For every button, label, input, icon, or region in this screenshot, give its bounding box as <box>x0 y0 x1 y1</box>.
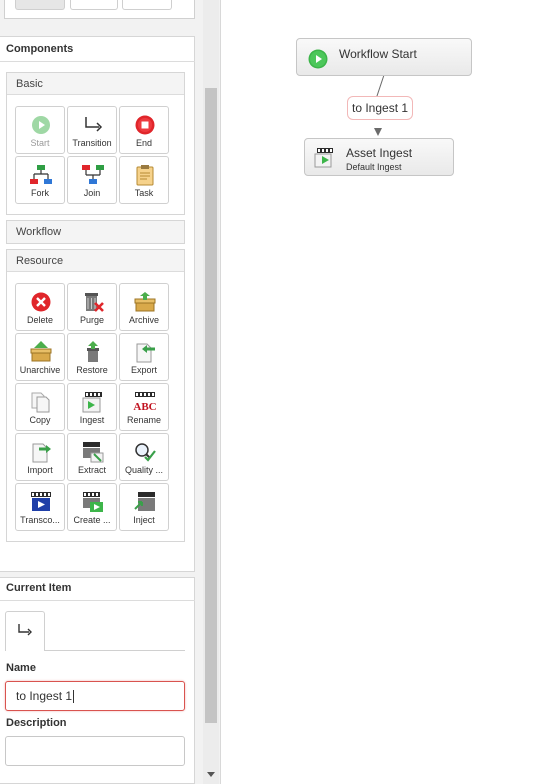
restore-icon <box>87 341 99 362</box>
create-icon <box>83 492 103 512</box>
asset-ingest-node[interactable]: Asset Ingest Default Ingest <box>304 138 454 176</box>
resource-section-header[interactable]: Resource <box>7 250 184 272</box>
tile-label: Extract <box>77 465 106 475</box>
purge-icon <box>85 293 104 312</box>
tile-label: Inject <box>133 515 155 525</box>
tab-baseline <box>45 650 185 651</box>
resource-tile-create[interactable]: Create ... <box>67 483 117 531</box>
tile-label: Delete <box>26 315 53 325</box>
tile-label: Transition <box>72 138 112 148</box>
ingest-icon <box>82 392 102 413</box>
resource-tile-archive[interactable]: Archive <box>119 283 169 331</box>
resource-tile-export[interactable]: Export <box>119 333 169 381</box>
extract-icon <box>83 442 104 463</box>
tile-label: Quality ... <box>124 465 163 475</box>
task-icon <box>136 165 154 186</box>
tile-label: Export <box>130 365 157 375</box>
current-item-header: Current Item <box>6 582 72 594</box>
left-panel: Components Basic Start Transition End Fork J… <box>0 0 221 784</box>
basic-tile-fork[interactable]: Fork <box>15 156 65 204</box>
tile-label: Unarchive <box>19 365 61 375</box>
tile-label: Transco... <box>20 515 60 525</box>
basic-section-header[interactable]: Basic <box>7 73 184 95</box>
transcode-icon <box>31 492 51 511</box>
components-divider <box>0 61 195 62</box>
tile-label: Start <box>30 138 50 148</box>
end-icon <box>135 115 155 135</box>
resource-tile-import[interactable]: Import <box>15 433 65 481</box>
connector-arrowhead <box>374 128 382 136</box>
transition-icon <box>18 624 32 636</box>
delete-icon <box>31 292 51 312</box>
resource-tile-copy[interactable]: Copy <box>15 383 65 431</box>
resource-tile-unarchive[interactable]: Unarchive <box>15 333 65 381</box>
resource-tile-purge[interactable]: Purge <box>67 283 117 331</box>
description-input[interactable] <box>5 736 185 766</box>
rename-icon: ABC <box>133 392 157 413</box>
tile-label: Purge <box>79 315 105 325</box>
tile-label: Task <box>134 188 154 198</box>
workflow-canvas[interactable]: Workflow Start to Ingest 1 Asset Ingest … <box>221 0 536 784</box>
workflow-section-header[interactable]: Workflow <box>7 221 184 243</box>
workflow-editor: Components Basic Start Transition End Fork J… <box>0 0 536 784</box>
workflow-section[interactable]: Workflow <box>6 220 185 244</box>
tile-label: Create ... <box>73 515 111 525</box>
tile-label: Fork <box>31 188 49 198</box>
ingest-icon <box>314 148 333 168</box>
components-header: Components <box>6 43 74 55</box>
start-node-title: Workflow Start <box>339 47 417 61</box>
name-input[interactable]: to Ingest 1 <box>5 681 185 711</box>
resource-tile-extract[interactable]: Extract <box>67 433 117 481</box>
tile-label: Ingest <box>79 415 105 425</box>
top-tab-1[interactable] <box>15 0 65 10</box>
unarchive-icon <box>30 341 52 362</box>
tile-label: End <box>135 138 152 148</box>
import-icon <box>32 443 51 463</box>
basic-tile-task[interactable]: Task <box>119 156 169 204</box>
export-icon <box>136 343 155 363</box>
basic-tile-end[interactable]: End <box>119 106 169 154</box>
tile-label: Archive <box>128 315 159 325</box>
description-label: Description <box>6 717 67 729</box>
top-tab-3[interactable] <box>122 0 172 10</box>
copy-icon <box>31 392 50 413</box>
fork-icon <box>30 165 52 184</box>
tile-label: Copy <box>29 415 51 425</box>
top-tab-bar <box>4 0 195 19</box>
basic-tile-transition[interactable]: Transition <box>67 106 117 154</box>
tile-label: Import <box>27 465 53 475</box>
scrollbar-thumb[interactable] <box>205 88 217 723</box>
resource-tile-inject[interactable]: Inject <box>119 483 169 531</box>
join-icon <box>82 165 104 184</box>
tile-label: Restore <box>76 365 108 375</box>
tile-label: Rename <box>126 415 162 425</box>
top-tab-2[interactable] <box>70 0 118 10</box>
basic-tile-start[interactable]: Start <box>15 106 65 154</box>
transition-icon <box>85 117 103 132</box>
current-item-divider <box>0 600 195 601</box>
resource-tile-transcode[interactable]: Transco... <box>15 483 65 531</box>
resource-tile-rename[interactable]: ABC Rename <box>119 383 169 431</box>
name-input-value: to Ingest 1 <box>16 689 73 703</box>
inject-icon <box>134 492 155 511</box>
archive-icon <box>134 292 156 312</box>
tile-label: Join <box>83 188 101 198</box>
resource-tile-restore[interactable]: Restore <box>67 333 117 381</box>
item-type-tab[interactable] <box>5 611 45 651</box>
ingest-node-subtitle: Default Ingest <box>346 162 402 172</box>
transition-label[interactable]: to Ingest 1 <box>347 96 414 120</box>
scroll-down-arrow[interactable] <box>207 772 215 777</box>
basic-tile-join[interactable]: Join <box>67 156 117 204</box>
name-label: Name <box>6 662 36 674</box>
ingest-node-title: Asset Ingest <box>346 146 413 160</box>
resource-tile-delete[interactable]: Delete <box>15 283 65 331</box>
quality-icon <box>135 443 156 462</box>
workflow-start-node[interactable]: Workflow Start <box>296 38 472 76</box>
text-cursor <box>73 690 75 704</box>
resource-tile-quality[interactable]: Quality ... <box>119 433 169 481</box>
resource-tile-ingest[interactable]: Ingest <box>67 383 117 431</box>
start-icon <box>308 49 328 69</box>
start-icon <box>32 116 50 134</box>
svg-text:ABC: ABC <box>133 401 156 413</box>
